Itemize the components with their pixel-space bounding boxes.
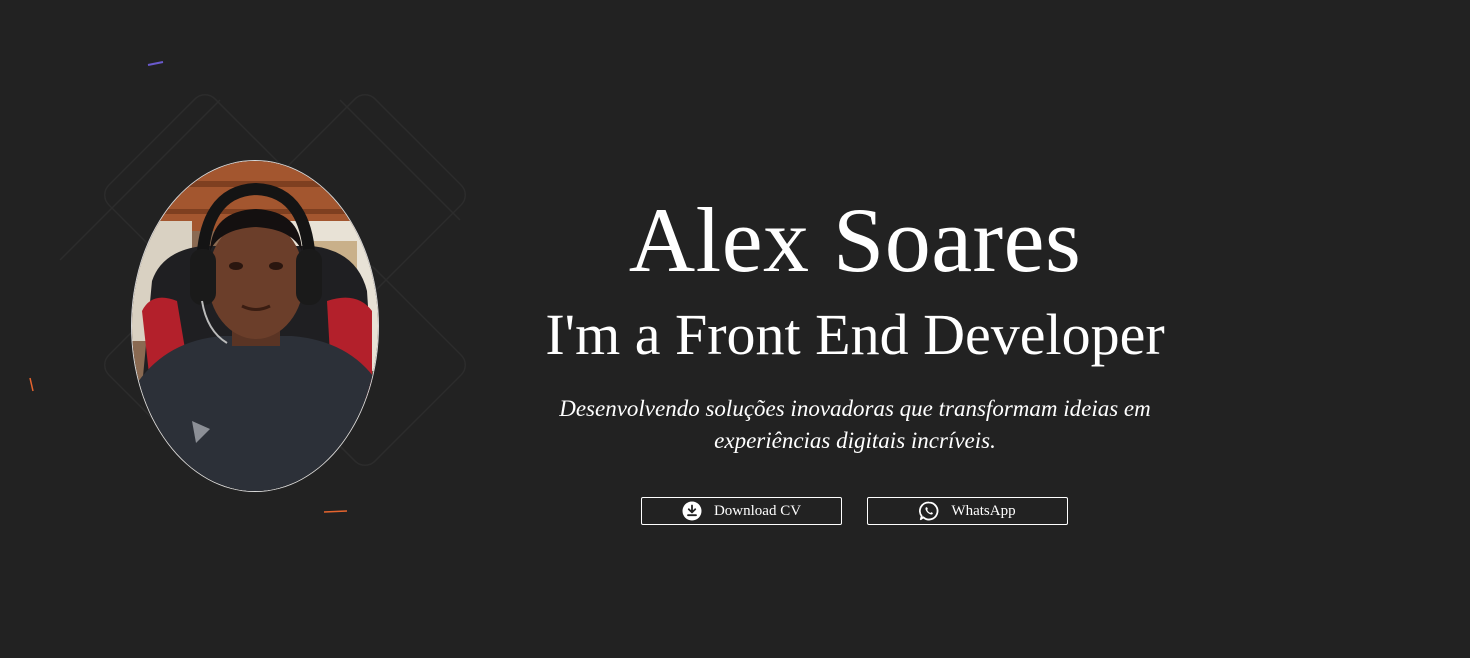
profile-photo (132, 161, 378, 491)
hero-role: I'm a Front End Developer (545, 302, 1165, 367)
particle-accent (323, 510, 348, 513)
hero-tagline: Desenvolvendo soluções inovadoras que tr… (559, 396, 1151, 453)
hero-name: Alex Soares (628, 189, 1082, 291)
hero-section: Alex Soares I'm a Front End Developer De… (0, 0, 1470, 658)
download-cv-button[interactable]: Download CV (641, 497, 842, 525)
download-icon (682, 501, 702, 521)
avatar (131, 160, 379, 492)
whatsapp-icon (919, 501, 939, 521)
hero-actions: Download CV WhatsApp (641, 497, 1068, 525)
download-cv-label: Download CV (713, 502, 802, 519)
particle-accent (29, 377, 34, 392)
whatsapp-button[interactable]: WhatsApp (867, 497, 1068, 525)
whatsapp-label: WhatsApp (951, 502, 1016, 519)
particle-accent (147, 61, 164, 66)
